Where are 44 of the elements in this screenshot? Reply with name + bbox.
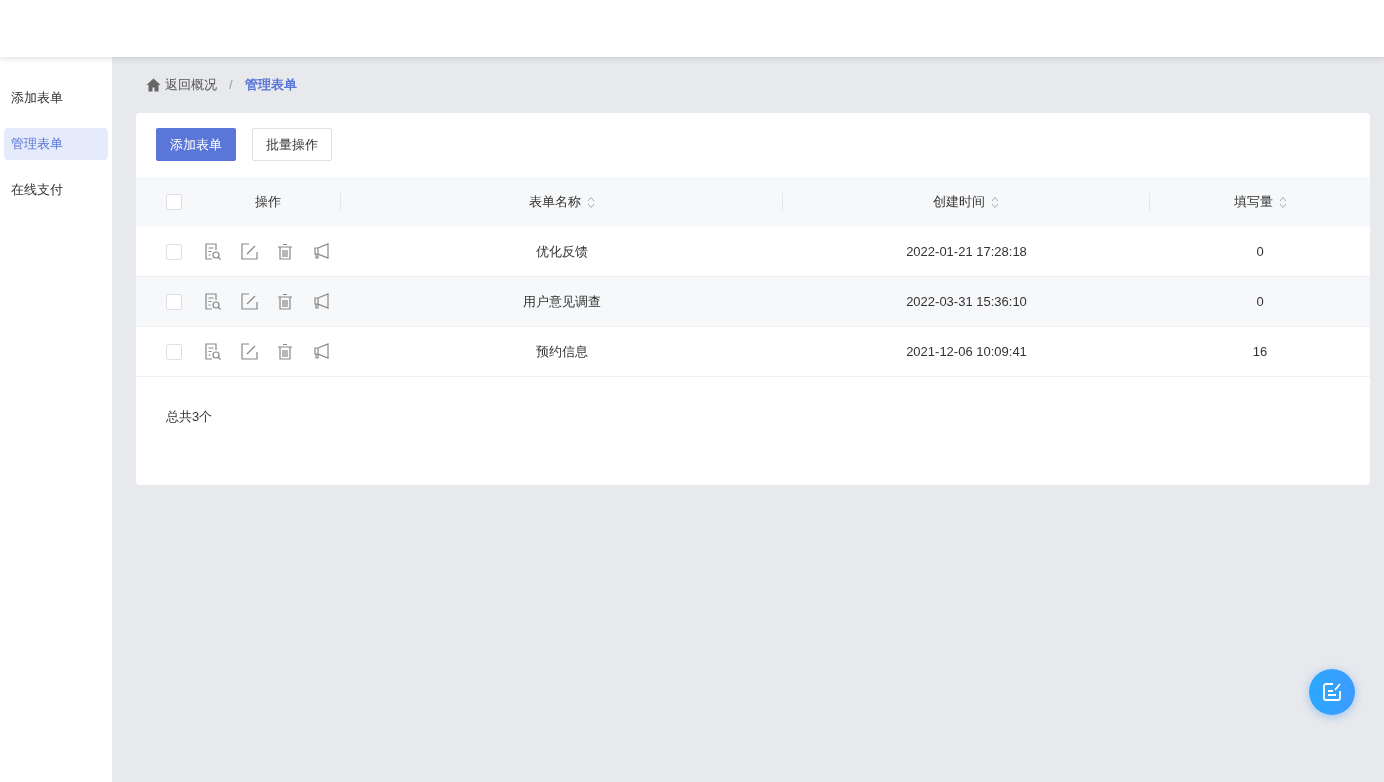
sort-icon — [1278, 195, 1287, 209]
sidebar-item[interactable]: 管理表单 — [4, 128, 108, 160]
view-icon[interactable] — [204, 292, 222, 311]
column-header[interactable]: 创建时间 — [933, 192, 999, 212]
edit-fab[interactable] — [1309, 669, 1355, 715]
column-header[interactable]: 填写量 — [1233, 192, 1287, 212]
sidebar-item[interactable]: 添加表单 — [4, 82, 108, 114]
sort-icon — [991, 195, 999, 209]
checkbox[interactable] — [166, 194, 182, 210]
table-cell-text: 0 — [1256, 292, 1264, 311]
batch-button[interactable]: 批量操作 — [252, 128, 332, 161]
table-cell-text: 2022-01-21 17:28:18 — [906, 242, 1027, 261]
table-cell-text: 用户意见调查 — [523, 292, 601, 311]
edit-icon — [1321, 681, 1343, 703]
view-icon[interactable] — [204, 342, 222, 361]
megaphone-icon[interactable] — [312, 242, 330, 261]
edit-icon[interactable] — [240, 292, 258, 311]
sidebar-item[interactable]: 在线支付 — [4, 174, 108, 206]
home-icon — [146, 78, 161, 92]
breadcrumb-link[interactable]: 返回概况 — [165, 75, 217, 95]
trash-icon[interactable] — [276, 342, 294, 361]
table-cell-text: 2021-12-06 10:09:41 — [906, 342, 1027, 361]
table-cell-text: 2022-03-31 15:36:10 — [906, 292, 1027, 311]
edit-icon[interactable] — [240, 342, 258, 361]
megaphone-icon[interactable] — [312, 342, 330, 361]
checkbox[interactable] — [166, 293, 182, 310]
table-cell-text: 16 — [1252, 342, 1268, 361]
breadcrumb-separator: / — [229, 76, 233, 95]
table-cell-text: 0 — [1256, 242, 1264, 261]
trash-icon[interactable] — [276, 292, 294, 311]
megaphone-icon[interactable] — [312, 292, 330, 311]
table-cell-text: 预约信息 — [536, 342, 588, 361]
breadcrumb-current: 管理表单 — [244, 76, 297, 95]
add-form-button[interactable]: 添加表单 — [156, 128, 236, 161]
checkbox[interactable] — [166, 343, 182, 360]
sort-icon — [586, 195, 595, 209]
table-cell-text: 优化反馈 — [536, 242, 588, 261]
column-header[interactable]: 表单名称 — [528, 192, 595, 212]
trash-icon[interactable] — [276, 242, 294, 261]
edit-icon[interactable] — [240, 242, 258, 261]
view-icon[interactable] — [204, 242, 222, 261]
checkbox[interactable] — [166, 243, 182, 260]
column-header: 操作 — [255, 193, 281, 212]
total-count: 总共3个 — [166, 409, 213, 424]
